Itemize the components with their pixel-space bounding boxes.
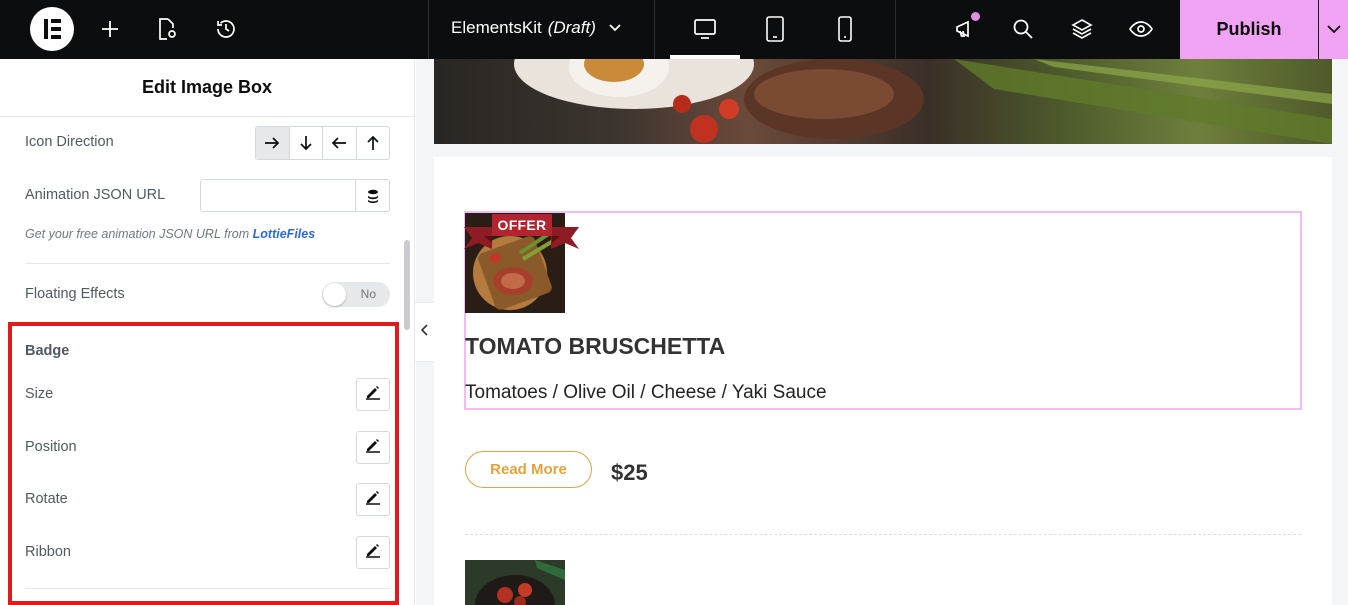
publish-button[interactable]: Publish: [1180, 0, 1318, 59]
dish-description: Tomatoes / Olive Oil / Cheese / Yaki Sau…: [465, 382, 827, 403]
pencil-icon: [365, 384, 381, 405]
badge-position-label: Position: [25, 439, 77, 455]
offer-badge-text: OFFER: [497, 217, 547, 233]
chevron-left-icon: [420, 323, 429, 341]
dynamic-tags-icon[interactable]: [355, 179, 390, 212]
badge-rotate-edit-button[interactable]: [356, 483, 390, 516]
help-prefix: Get your free animation JSON URL from: [25, 227, 250, 241]
panel-scrollbar[interactable]: [404, 240, 410, 330]
eye-icon[interactable]: [1126, 14, 1156, 44]
dish-price: $25: [611, 460, 648, 485]
floating-effects-toggle[interactable]: No: [322, 282, 390, 307]
document-title: ElementsKit: [451, 18, 542, 37]
history-icon[interactable]: [211, 14, 241, 44]
notification-dot: [971, 12, 980, 21]
chevron-down-icon: [608, 18, 622, 38]
badge-size-edit-button[interactable]: [356, 378, 390, 411]
dish-title: TOMATO BRUSCHETTA: [465, 333, 726, 359]
top-bar: ElementsKit (Draft) Publish: [0, 0, 1348, 59]
icon-direction-control: [255, 126, 390, 160]
divider: [25, 588, 390, 589]
icon-direction-label: Icon Direction: [25, 134, 114, 150]
badge-section-title: Badge: [25, 343, 70, 359]
image-box-widget[interactable]: [464, 211, 1302, 410]
badge-rotate-label: Rotate: [25, 491, 68, 507]
badge-ribbon-label: Ribbon: [25, 544, 71, 560]
pencil-icon: [365, 489, 381, 510]
animation-url-input[interactable]: [200, 179, 356, 212]
badge-position-edit-button[interactable]: [356, 431, 390, 464]
elementor-logo-icon[interactable]: [30, 7, 74, 51]
divider: [654, 0, 655, 59]
mobile-icon[interactable]: [830, 14, 860, 44]
divider: [428, 0, 429, 59]
animation-help-text: Get your free animation JSON URL from Lo…: [25, 227, 315, 241]
chevron-down-icon: [1326, 21, 1342, 39]
pencil-icon: [365, 542, 381, 563]
document-title-dropdown[interactable]: ElementsKit (Draft): [451, 18, 622, 38]
plus-icon[interactable]: [95, 14, 125, 44]
layers-icon[interactable]: [1067, 14, 1097, 44]
pencil-icon: [365, 437, 381, 458]
document-status: (Draft): [547, 18, 596, 37]
publish-options-button[interactable]: [1319, 0, 1348, 59]
arrow-down-icon[interactable]: [290, 127, 323, 159]
arrow-right-icon[interactable]: [256, 127, 290, 159]
divider: [25, 263, 390, 264]
badge-ribbon-edit-button[interactable]: [356, 536, 390, 569]
floating-effects-label: Floating Effects: [25, 286, 125, 302]
next-dish-image: [465, 560, 565, 605]
tablet-icon[interactable]: [760, 14, 790, 44]
editor-panel: Edit Image Box Icon Direction Animation …: [0, 59, 415, 605]
lottiefiles-link[interactable]: LottieFiles: [253, 227, 316, 241]
arrow-left-icon[interactable]: [323, 127, 357, 159]
collapse-panel-button[interactable]: [415, 302, 435, 362]
item-divider: [465, 534, 1301, 535]
desktop-icon[interactable]: [690, 14, 720, 44]
read-more-button[interactable]: Read More: [465, 451, 592, 488]
badge-size-label: Size: [25, 386, 54, 402]
arrow-up-icon[interactable]: [357, 127, 390, 159]
divider: [895, 0, 896, 59]
badge-section-highlight: [8, 322, 399, 605]
toggle-knob: [323, 283, 346, 306]
search-icon[interactable]: [1008, 14, 1038, 44]
animation-url-label: Animation JSON URL: [25, 187, 166, 203]
food-banner-image: [434, 59, 1332, 144]
panel-title: Edit Image Box: [0, 59, 414, 117]
page-settings-icon[interactable]: [152, 14, 182, 44]
toggle-state: No: [360, 287, 376, 301]
